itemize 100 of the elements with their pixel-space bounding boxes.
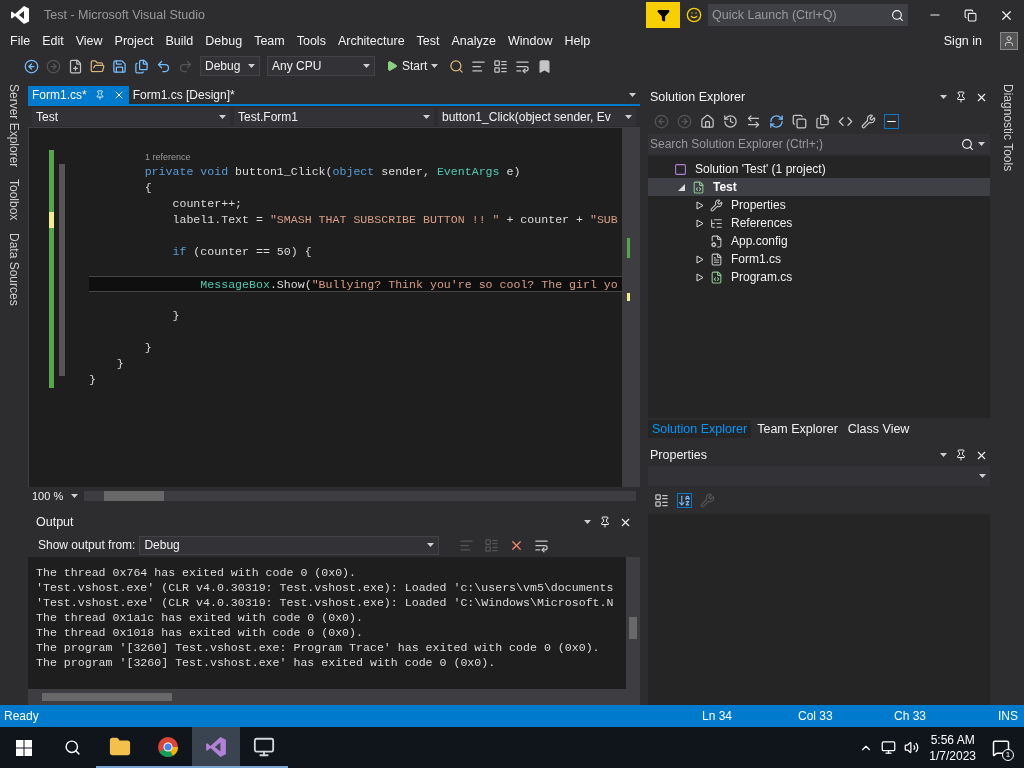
reference-count[interactable]: 1 reference <box>89 150 191 164</box>
back-icon[interactable] <box>24 58 39 74</box>
tree-item[interactable]: Form1.cs <box>648 250 990 268</box>
collapsed-arrow-icon[interactable] <box>696 218 704 228</box>
output-source-dropdown[interactable]: Debug <box>139 535 440 555</box>
search-icon[interactable] <box>63 739 81 756</box>
navigation-dropdown[interactable]: button1_Click(object sender, Ev <box>438 107 636 126</box>
panel-tab[interactable]: Team Explorer <box>753 419 842 439</box>
side-tab[interactable]: Server Explorer <box>5 84 23 168</box>
horizontal-scrollbar[interactable] <box>84 491 636 501</box>
notifications-icon[interactable] <box>992 738 1010 757</box>
undo-icon[interactable] <box>156 58 171 74</box>
menu-item[interactable]: Analyze <box>445 31 502 51</box>
code-token: MessageBox <box>199 277 270 291</box>
horizontal-scrollbar[interactable] <box>28 689 640 705</box>
smiley-icon[interactable] <box>686 7 702 23</box>
refresh-icon[interactable] <box>769 113 784 129</box>
categorized-icon[interactable] <box>654 492 669 508</box>
home-icon[interactable] <box>700 113 715 129</box>
show-files-icon[interactable] <box>815 113 830 129</box>
bookmark-icon[interactable] <box>537 58 553 74</box>
save-icon[interactable] <box>112 58 127 74</box>
panel-title: Properties <box>650 446 707 464</box>
pin-icon[interactable] <box>955 91 967 103</box>
folder-icon[interactable] <box>90 58 105 74</box>
tree-item[interactable]: Solution 'Test' (1 project) <box>648 160 990 178</box>
clock-date[interactable]: 1/7/2023 <box>929 747 976 764</box>
side-tab[interactable]: Data Sources <box>5 232 23 306</box>
search-button[interactable] <box>886 4 908 26</box>
collapse-icon[interactable] <box>792 113 807 129</box>
find-icon[interactable] <box>449 58 465 74</box>
collapsed-arrow-icon[interactable] <box>696 254 704 264</box>
volume-icon[interactable] <box>904 740 920 755</box>
menu-item[interactable]: Tools <box>290 31 332 51</box>
vertical-scrollbar[interactable] <box>626 557 640 689</box>
alphabetical-icon[interactable] <box>677 492 692 508</box>
account-avatar[interactable] <box>1000 32 1018 50</box>
navigation-dropdown[interactable]: Test <box>32 107 230 126</box>
restore-icon[interactable] <box>964 8 977 22</box>
code-token: } <box>115 356 124 372</box>
configuration-dropdown[interactable]: Debug <box>200 56 260 76</box>
pin-icon[interactable] <box>955 449 967 461</box>
menu-item[interactable]: File <box>4 31 37 51</box>
platform-dropdown[interactable]: Any CPU <box>267 56 375 76</box>
tree-item[interactable]: Properties <box>648 196 990 214</box>
code-token: EventArgs <box>436 164 500 180</box>
insert-mode: INS <box>998 708 1019 725</box>
list-icon[interactable] <box>493 58 509 74</box>
tree-item[interactable]: References <box>648 214 990 232</box>
search-button[interactable] <box>956 134 990 154</box>
sync-icon[interactable] <box>746 113 761 129</box>
dropdown-caret-icon <box>979 474 986 478</box>
zoom-dropdown[interactable]: 100 % <box>32 487 79 505</box>
menu-item[interactable]: Team <box>248 31 291 51</box>
references-icon <box>710 216 723 230</box>
menu-item[interactable]: Build <box>159 31 200 51</box>
code-token: } <box>143 340 152 356</box>
navigation-dropdown[interactable]: Test.Form1 <box>234 107 434 126</box>
dropdown-caret-icon <box>584 520 591 524</box>
menu-item[interactable]: Project <box>108 31 160 51</box>
tree-item[interactable]: Test <box>648 178 990 196</box>
panel-tab[interactable]: Solution Explorer <box>648 419 752 439</box>
clock-time[interactable]: 5:56 AM <box>930 731 975 748</box>
quick-launch-field[interactable]: Quick Launch (Ctrl+Q) <box>708 4 886 26</box>
pin-icon[interactable] <box>599 516 611 528</box>
menu-item[interactable]: Help <box>558 31 597 51</box>
tree-item[interactable]: App.config <box>648 232 990 250</box>
collapsed-arrow-icon[interactable] <box>696 272 704 282</box>
side-tab[interactable]: Toolbox <box>5 179 23 221</box>
preview-icon[interactable] <box>884 113 899 129</box>
save-all-icon[interactable] <box>134 58 149 74</box>
feedback-button[interactable] <box>646 2 680 28</box>
word-wrap-icon[interactable] <box>534 537 550 553</box>
menu-item[interactable]: Test <box>410 31 446 51</box>
history-icon[interactable] <box>723 113 738 129</box>
expanded-arrow-icon[interactable] <box>678 182 686 192</box>
menu-item[interactable]: View <box>69 31 109 51</box>
dropdown-caret-icon <box>363 64 370 68</box>
code-token: object <box>332 164 375 180</box>
outdent-icon[interactable] <box>471 58 487 74</box>
wrench-icon[interactable] <box>861 113 876 129</box>
search-field[interactable]: Search Solution Explorer (Ctrl+;) <box>648 134 956 154</box>
tree-item[interactable]: Program.cs <box>648 268 990 286</box>
dropdown-caret-icon <box>625 114 632 119</box>
menu-item[interactable]: Architecture <box>331 31 411 51</box>
sign-in-link[interactable]: Sign in <box>943 31 982 51</box>
panel-tab[interactable]: Class View <box>843 419 914 439</box>
document-tab[interactable]: Form1.cs [Design]* <box>128 86 239 104</box>
menu-item[interactable]: Debug <box>199 31 249 51</box>
network-icon[interactable] <box>881 740 897 755</box>
menu-item[interactable]: Window <box>502 31 559 51</box>
menu-item[interactable]: Edit <box>36 31 70 51</box>
vertical-scrollbar[interactable] <box>622 128 640 487</box>
start-icon[interactable] <box>16 739 32 756</box>
start-button[interactable]: Start <box>382 56 443 76</box>
code-token: e) <box>505 164 521 180</box>
wrap-icon[interactable] <box>515 58 531 74</box>
side-tab[interactable]: Diagnostic Tools <box>999 84 1017 172</box>
new-file-icon[interactable] <box>68 58 83 74</box>
collapsed-arrow-icon[interactable] <box>696 200 704 210</box>
